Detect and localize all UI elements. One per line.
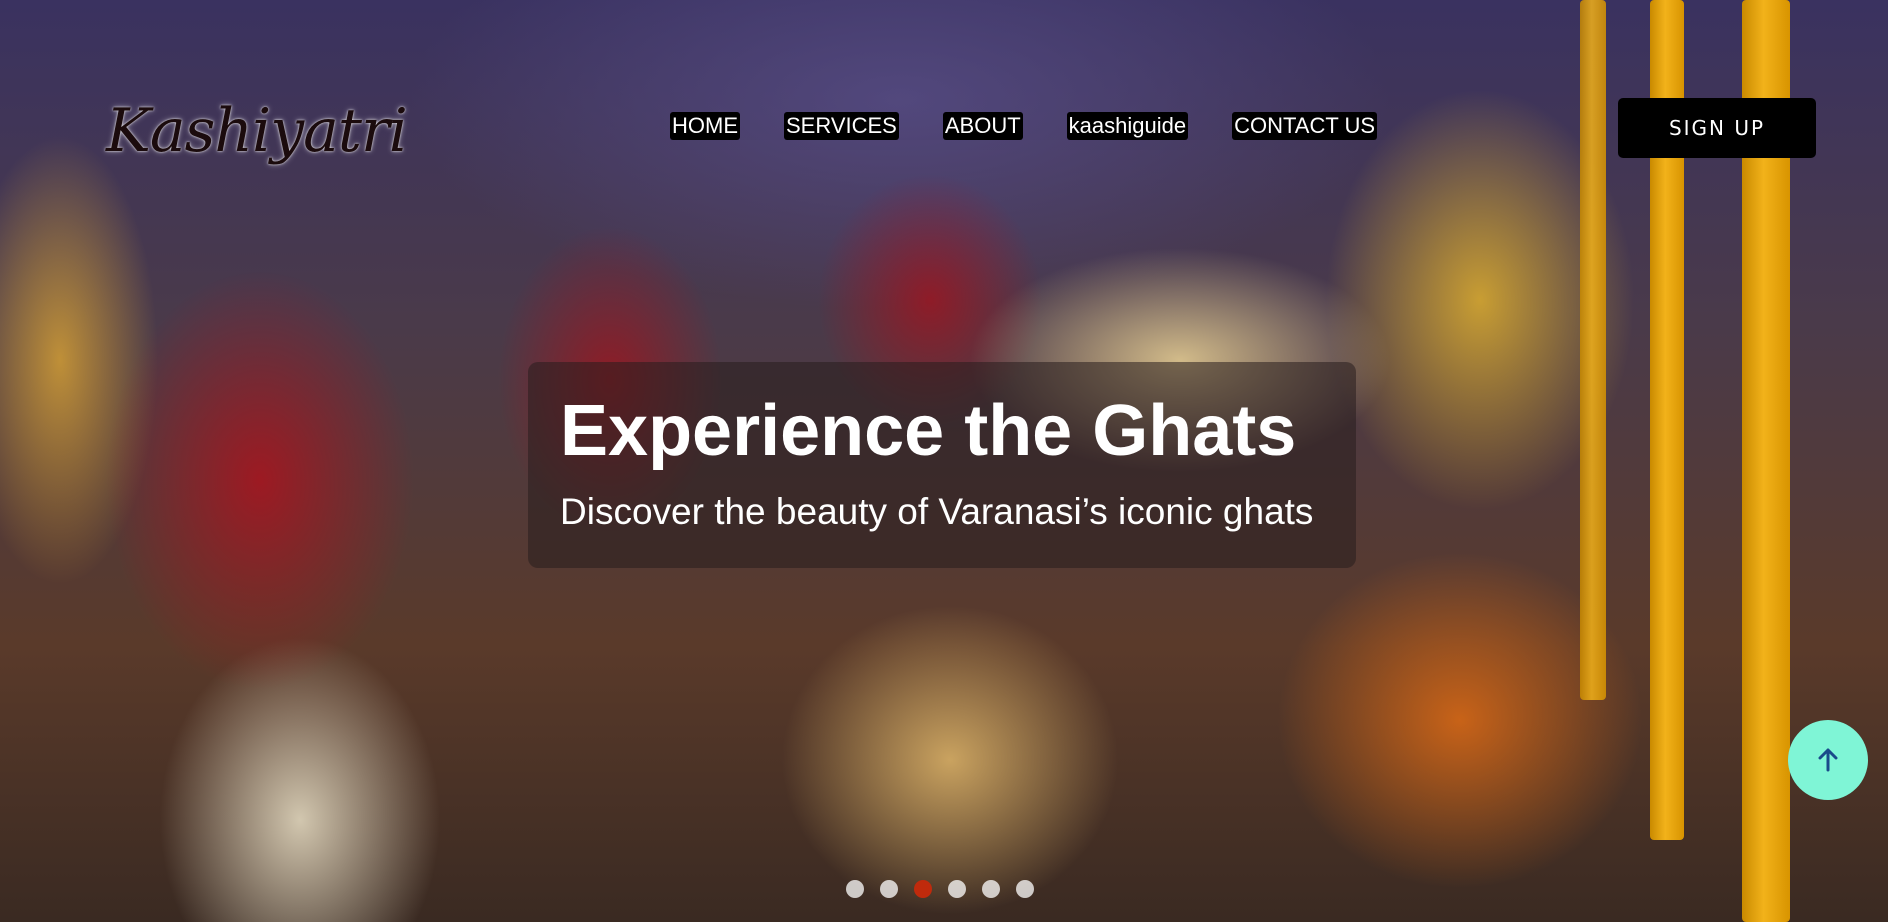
carousel-dot-5[interactable] (982, 880, 1000, 898)
hero-title: Experience the Ghats (560, 391, 1297, 471)
hero-subtitle: Discover the beauty of Varanasi’s iconic… (560, 491, 1314, 533)
carousel-dot-3[interactable] (914, 880, 932, 898)
carousel-dot-1[interactable] (846, 880, 864, 898)
carousel-dot-6[interactable] (1016, 880, 1034, 898)
sign-up-button[interactable]: SIGN UP (1618, 98, 1816, 158)
site-logo[interactable]: Kashiyatri (106, 96, 408, 166)
arrow-up-icon (1818, 748, 1838, 772)
carousel-indicators (846, 880, 1034, 898)
main-nav: HOME SERVICES ABOUT kaashiguide CONTACT … (670, 112, 1378, 140)
nav-item-contact-us[interactable]: CONTACT US (1232, 112, 1378, 140)
hero-caption: Experience the Ghats Discover the beauty… (528, 362, 1356, 568)
scroll-to-top-button[interactable] (1788, 720, 1868, 800)
carousel-dot-4[interactable] (948, 880, 966, 898)
carousel-dot-2[interactable] (880, 880, 898, 898)
nav-item-services[interactable]: SERVICES (784, 112, 899, 140)
nav-item-kaashiguide[interactable]: kaashiguide (1066, 112, 1189, 140)
hero-section: Kashiyatri HOME SERVICES ABOUT kaashigui… (0, 0, 1888, 922)
background-pillar (1580, 0, 1606, 700)
nav-item-about[interactable]: ABOUT (942, 112, 1023, 140)
nav-item-home[interactable]: HOME (670, 112, 740, 140)
